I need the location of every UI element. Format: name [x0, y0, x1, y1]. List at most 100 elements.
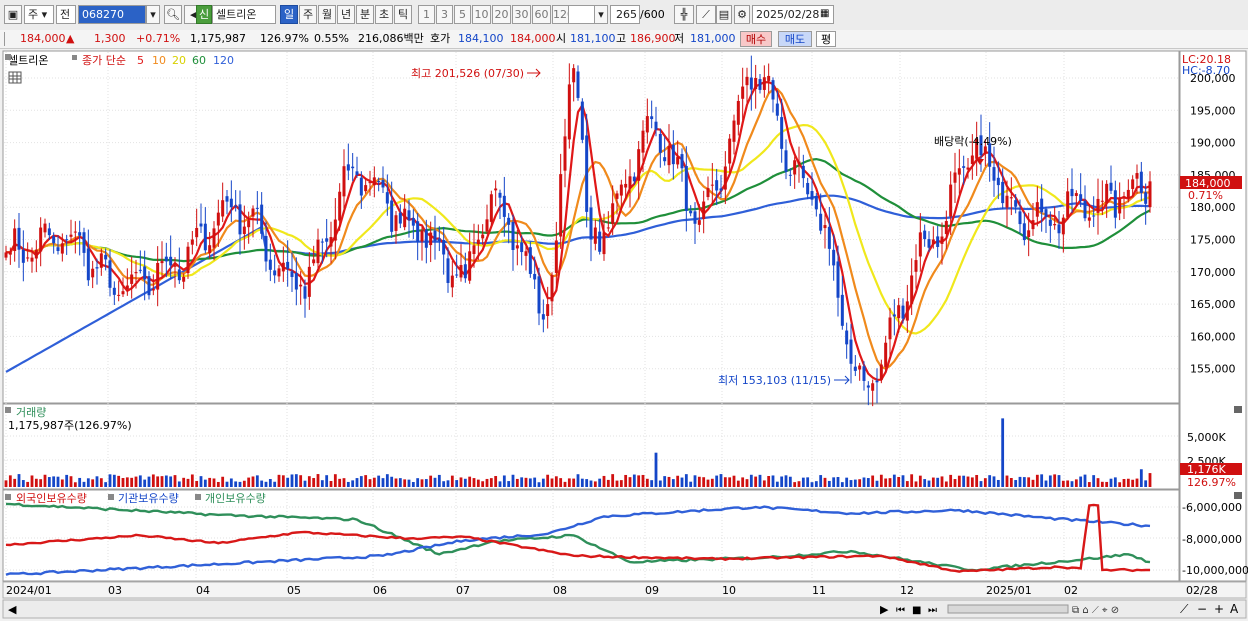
interval-button-1[interactable]: 1 [418, 5, 435, 24]
volume-bar [979, 481, 983, 487]
scroll-right-icon[interactable]: ▶ [880, 603, 889, 616]
price-panel-handle-icon[interactable] [5, 54, 11, 60]
volume-panel-handle-icon[interactable] [5, 407, 11, 413]
interval-button-20[interactable]: 20 [492, 5, 511, 24]
volume-bar [702, 477, 706, 487]
holding-tick-10m: -10,000,000 [1182, 564, 1248, 577]
candle-body [134, 272, 138, 274]
volume-bar [793, 482, 797, 487]
legend-handle-icon [72, 55, 77, 60]
volume-bar [1118, 482, 1122, 487]
volume-bar [1122, 478, 1126, 487]
count-input[interactable]: 265 [610, 5, 640, 24]
volume-bar [147, 476, 151, 487]
volume-bar [931, 477, 935, 487]
interval-button-10[interactable]: 10 [472, 5, 491, 24]
calendar-icon[interactable]: ▦ [820, 8, 829, 19]
volume-bar [56, 476, 60, 487]
volume-bar [424, 479, 428, 487]
type-select[interactable]: 주 ▾ [24, 5, 54, 24]
stock-name-field[interactable]: 셀트리온 [212, 5, 276, 24]
period-tab-6[interactable]: 틱 [394, 5, 412, 24]
quote-volume-ratio: 126.97% [260, 32, 309, 45]
holding-panel-handle-icon[interactable] [5, 494, 11, 500]
current-pct-text: 0.71% [1188, 189, 1223, 202]
fast-forward-icon[interactable]: ⏭ [928, 605, 937, 616]
candle-icon[interactable]: ╬ [674, 5, 694, 24]
period-tab-1[interactable]: 주 [299, 5, 317, 24]
code-dropdown-icon[interactable]: ▾ [146, 5, 160, 24]
scroll-left-icon[interactable]: ◀ [8, 603, 17, 616]
candle-body [728, 138, 732, 164]
sell-button[interactable]: 매도 [778, 31, 812, 47]
mode-select[interactable]: 전 [56, 5, 76, 24]
volume-bar [229, 478, 233, 487]
candle-body [827, 226, 831, 249]
period-tab-2[interactable]: 월 [318, 5, 336, 24]
interval-button-30[interactable]: 30 [512, 5, 531, 24]
minus-icon[interactable]: − [1197, 602, 1207, 616]
dividend-annotation: 배당락(-4.49%) [934, 135, 1012, 148]
volume-bar [897, 476, 901, 487]
interval-button-5[interactable]: 5 [454, 5, 471, 24]
zoom-out-icon[interactable]: ⟋ [1180, 602, 1189, 616]
low-label: 저 [674, 32, 685, 45]
candle-body [195, 227, 199, 238]
candle-body [1100, 200, 1104, 202]
eval-button[interactable]: 평 [816, 31, 836, 47]
candle-body [359, 177, 363, 196]
ask-label: 호가 [430, 32, 451, 45]
volume-bar [43, 474, 47, 487]
volume-bar [1031, 479, 1035, 487]
candle-body [21, 249, 25, 263]
candle-body [372, 177, 376, 186]
candle-body [164, 256, 168, 262]
save-icon[interactable]: ▤ [716, 5, 732, 24]
candle-body [355, 171, 359, 175]
price-tick: 200,000 [1190, 72, 1236, 85]
candle-body [186, 246, 190, 274]
period-tab-0[interactable]: 일 [280, 5, 298, 24]
plus-icon[interactable]: + [1214, 602, 1224, 616]
interval-button-3[interactable]: 3 [436, 5, 453, 24]
interval-button-60[interactable]: 60 [532, 5, 551, 24]
candle-body [615, 193, 619, 199]
candle-body [940, 236, 944, 244]
candle-body [619, 184, 623, 196]
volume-bar [1044, 480, 1048, 487]
period-tab-3[interactable]: 년 [337, 5, 355, 24]
candle-body [208, 245, 212, 254]
stock-chart[interactable]: 셀트리온 종가 단순 5 10 20 60 120 LC:20.18 HC:-8… [0, 49, 1248, 621]
search-icon[interactable]: 🔍︎ [164, 5, 182, 24]
gear-icon[interactable]: ⚙ [734, 5, 750, 24]
candle-body [277, 268, 281, 277]
rewind-icon[interactable]: ⏮ [896, 605, 905, 616]
tool-icons[interactable]: ⧉ ⌂ ⟋ ⌖ ⊘ [1072, 605, 1119, 616]
candle-body [151, 288, 155, 291]
candle-body [533, 273, 537, 280]
buy-button[interactable]: 매수 [740, 31, 772, 47]
zoom-slider[interactable] [947, 604, 1069, 614]
x-label: 05 [287, 584, 301, 597]
stop-icon[interactable]: ■ [912, 605, 921, 616]
volume-bar [741, 477, 745, 487]
table-toggle-icon[interactable] [8, 71, 22, 84]
font-size-icon[interactable]: A [1230, 602, 1239, 616]
volume-bar [775, 481, 779, 487]
stock-code-input[interactable]: 068270 [78, 5, 146, 24]
volume-bar [619, 480, 623, 487]
candle-body [667, 146, 671, 166]
holding-close-icon[interactable] [1234, 492, 1242, 499]
candle-body [390, 200, 394, 232]
period-tab-5[interactable]: 초 [375, 5, 393, 24]
line-tool-icon[interactable]: ⟋ [696, 5, 716, 24]
candle-body [528, 247, 532, 274]
chart-window-icon[interactable]: ▣ [4, 5, 22, 24]
interval-dropdown-icon[interactable]: ▾ [594, 5, 608, 24]
candle-body [1148, 181, 1152, 208]
period-tab-4[interactable]: 분 [356, 5, 374, 24]
volume-close-icon[interactable] [1234, 406, 1242, 413]
candle-body [238, 204, 242, 235]
candle-body [645, 116, 649, 133]
candle-body [346, 164, 350, 171]
